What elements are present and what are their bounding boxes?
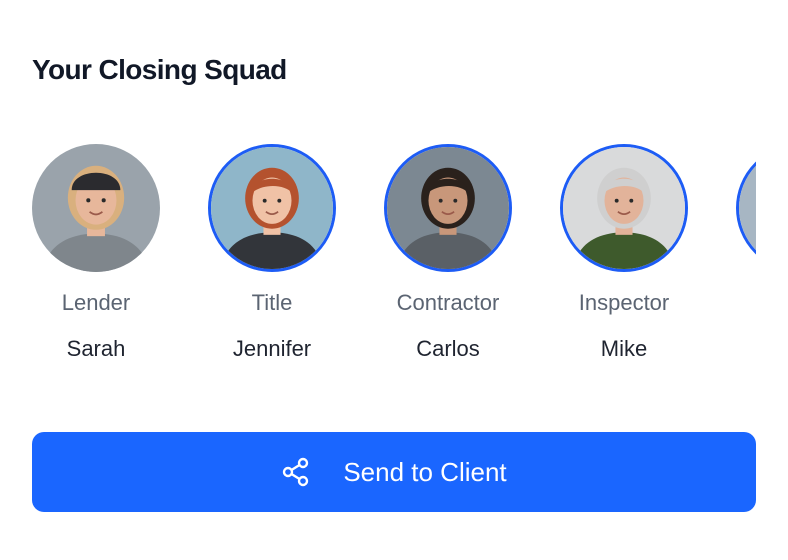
closing-squad-card: Your Closing Squad Lender Sarah Title Je…: [0, 0, 788, 560]
person-photo-icon: [387, 147, 509, 269]
member-role: Title: [251, 290, 293, 315]
person-photo-icon: [563, 147, 685, 269]
member-role: Contractor: [396, 290, 500, 315]
share-icon: [281, 457, 311, 487]
avatar[interactable]: [560, 144, 688, 272]
avatar[interactable]: [208, 144, 336, 272]
member-name: Jennifer: [232, 336, 312, 361]
member-role: Lender: [61, 290, 131, 315]
send-button-label: Send to Client: [343, 456, 507, 487]
squad-carousel[interactable]: Lender Sarah Title Jennifer Contractor C…: [0, 140, 756, 380]
avatar[interactable]: [32, 144, 160, 272]
person-photo-icon: [32, 144, 160, 272]
member-role: A: [730, 290, 756, 316]
section-title: Your Closing Squad: [32, 54, 287, 85]
person-photo-icon: [739, 147, 756, 269]
member-name: Mike: [600, 336, 648, 361]
person-photo-icon: [211, 147, 333, 269]
member-name: Carlos: [416, 336, 480, 361]
member-name: Sarah: [66, 336, 126, 361]
member-role: Inspector: [578, 290, 670, 315]
send-to-client-button[interactable]: Send to Client: [32, 432, 756, 512]
avatar[interactable]: [736, 144, 756, 272]
avatar[interactable]: [384, 144, 512, 272]
